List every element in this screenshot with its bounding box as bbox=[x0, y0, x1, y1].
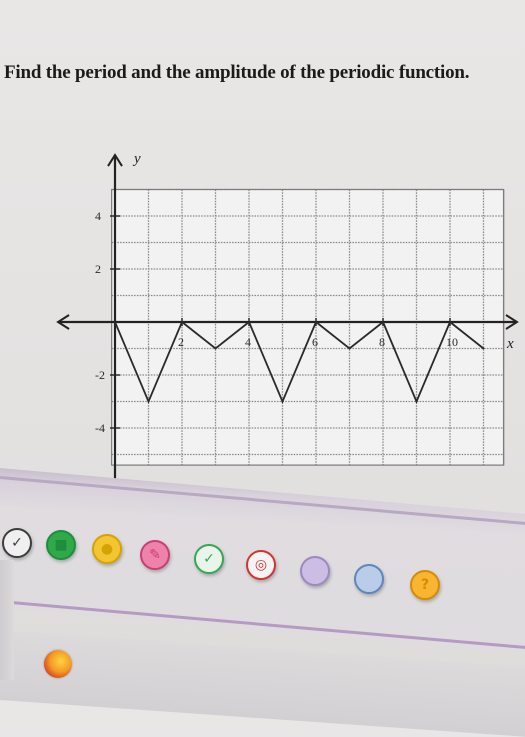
curve-vertex bbox=[348, 347, 351, 350]
pink-pin-icon[interactable]: ✎ bbox=[140, 540, 170, 570]
x-tick-label: 4 bbox=[245, 335, 251, 349]
x-tick-label: 8 bbox=[379, 335, 385, 349]
blue-pencil-icon[interactable] bbox=[354, 564, 384, 594]
curve-vertex bbox=[281, 400, 284, 403]
curve-vertex bbox=[382, 321, 384, 323]
y-tick-label: -2 bbox=[95, 368, 105, 382]
tool-toolbar: ✓ ■ ● ✎ ✓ ◎? bbox=[0, 510, 525, 600]
green-book-icon[interactable]: ■ bbox=[46, 530, 76, 560]
x-tick-label: 6 bbox=[312, 335, 318, 349]
curve-vertex bbox=[147, 400, 150, 403]
firefox-icon[interactable] bbox=[44, 650, 72, 678]
checkmark-icon[interactable]: ✓ bbox=[2, 528, 32, 558]
curve-vertex bbox=[449, 321, 451, 323]
yellow-star-icon[interactable]: ● bbox=[92, 534, 122, 564]
curve-vertex bbox=[248, 321, 250, 323]
window-left-edge bbox=[0, 560, 14, 680]
grid-background bbox=[111, 189, 504, 466]
y-tick-label: -4 bbox=[95, 421, 105, 435]
curve-vertex bbox=[114, 321, 116, 323]
x-tick-label: 10 bbox=[446, 335, 458, 349]
curve-vertex bbox=[482, 347, 485, 350]
curve-vertex bbox=[181, 321, 183, 323]
target-icon[interactable]: ◎ bbox=[246, 550, 276, 580]
curve-vertex bbox=[415, 400, 418, 403]
curve-vertex bbox=[315, 321, 317, 323]
curve-vertex bbox=[214, 347, 217, 350]
y-tick-label: 4 bbox=[95, 209, 101, 223]
y-tick-label: 2 bbox=[95, 262, 101, 276]
x-tick-label: 2 bbox=[178, 335, 184, 349]
lavender-blob-icon[interactable] bbox=[300, 556, 330, 586]
x-axis-label: x bbox=[506, 336, 514, 352]
y-axis-label: y bbox=[132, 151, 141, 167]
green-circle-check-icon[interactable]: ✓ bbox=[194, 544, 224, 574]
grid bbox=[111, 188, 505, 466]
help-question-icon[interactable]: ? bbox=[410, 570, 440, 600]
